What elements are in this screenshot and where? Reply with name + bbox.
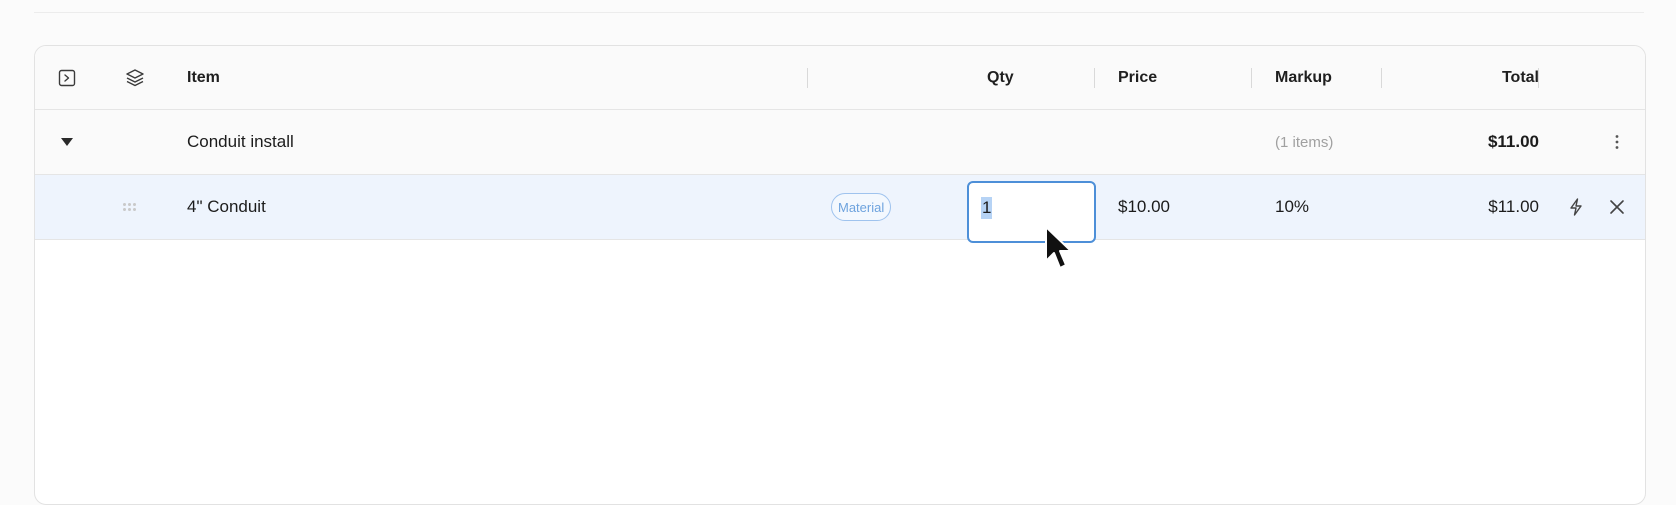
caret-down-icon[interactable] bbox=[53, 110, 81, 174]
qty-selected-value: 1 bbox=[981, 197, 993, 219]
item-name[interactable]: 4" Conduit bbox=[187, 175, 266, 239]
more-vertical-icon[interactable] bbox=[1603, 110, 1631, 174]
item-total: $11.00 bbox=[1488, 197, 1539, 216]
column-header-total[interactable]: Total bbox=[1449, 46, 1539, 109]
column-resizer[interactable] bbox=[1381, 68, 1382, 88]
drag-handle-icon[interactable] bbox=[123, 175, 136, 239]
group-name[interactable]: Conduit install bbox=[187, 110, 294, 174]
mouse-cursor-icon bbox=[1045, 226, 1072, 269]
table-header: Item Qty Price Markup Total bbox=[35, 46, 1645, 110]
group-row[interactable]: Conduit install (1 items) $11.00 bbox=[35, 110, 1645, 175]
bolt-icon[interactable] bbox=[1562, 175, 1590, 239]
material-badge: Material bbox=[831, 193, 892, 221]
column-header-qty[interactable]: Qty bbox=[987, 46, 1014, 109]
column-header-item[interactable]: Item bbox=[187, 46, 220, 109]
column-resizer[interactable] bbox=[1094, 68, 1095, 88]
column-header-markup[interactable]: Markup bbox=[1275, 46, 1332, 109]
layers-icon[interactable] bbox=[121, 46, 149, 109]
item-type-badge: Material bbox=[831, 175, 892, 239]
column-resizer[interactable] bbox=[1251, 68, 1252, 88]
line-items-table: Item Qty Price Markup Total Conduit inst… bbox=[34, 45, 1646, 505]
group-item-count: (1 items) bbox=[1275, 133, 1334, 151]
column-resizer[interactable] bbox=[807, 68, 808, 88]
group-total: $11.00 bbox=[1487, 132, 1539, 151]
item-price[interactable]: $10.00 bbox=[1118, 175, 1170, 239]
item-markup[interactable]: 10% bbox=[1275, 175, 1309, 239]
top-divider bbox=[34, 12, 1644, 13]
table-row[interactable]: 4" Conduit Material 1 $10.00 10% $11.00 bbox=[35, 175, 1645, 243]
column-resizer[interactable] bbox=[1538, 68, 1539, 88]
column-header-price[interactable]: Price bbox=[1118, 46, 1157, 109]
close-icon[interactable] bbox=[1603, 175, 1631, 239]
expand-all-icon[interactable] bbox=[53, 46, 81, 109]
